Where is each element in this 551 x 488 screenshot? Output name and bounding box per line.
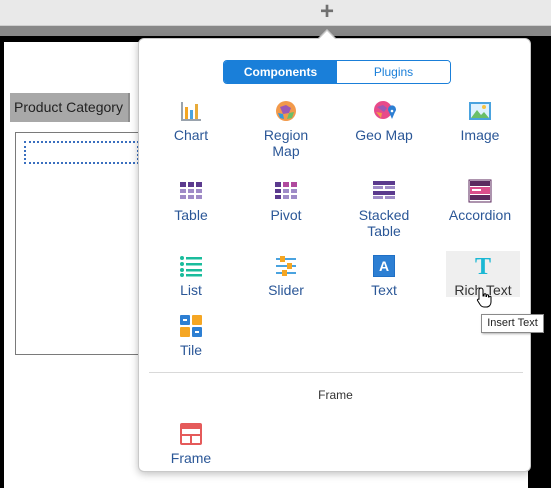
text-icon: A xyxy=(373,255,395,277)
component-label: Accordion xyxy=(448,207,512,223)
stacked-table-icon xyxy=(373,181,395,199)
tab-plugins[interactable]: Plugins xyxy=(337,61,450,83)
component-image[interactable]: Image xyxy=(441,99,519,143)
label-line: Table xyxy=(367,223,401,239)
product-category-header[interactable]: Product Category xyxy=(10,93,130,122)
tile-icon xyxy=(180,315,202,337)
image-icon xyxy=(469,102,491,120)
component-label: Image xyxy=(460,127,500,143)
svg-text:A: A xyxy=(379,258,389,274)
product-category-input[interactable] xyxy=(24,141,139,164)
component-label: Text xyxy=(371,282,397,298)
list-icon xyxy=(180,256,202,277)
component-label: Table xyxy=(174,207,208,223)
component-accordion[interactable]: Accordion xyxy=(441,179,519,223)
component-label: Frame xyxy=(170,450,212,466)
plus-icon[interactable]: + xyxy=(316,0,338,24)
accordion-icon xyxy=(468,179,492,203)
popover-caret-inner xyxy=(318,31,336,40)
section-divider xyxy=(149,372,523,373)
component-region-map[interactable]: Region Map xyxy=(247,99,325,159)
top-toolbar: + xyxy=(0,0,551,26)
hand-cursor-icon xyxy=(476,287,492,308)
component-label: Pivot xyxy=(270,207,302,223)
rich-text-icon: T xyxy=(475,254,491,278)
frame-section-title: Frame xyxy=(318,388,353,402)
slider-icon xyxy=(276,256,296,276)
label-line: Stacked xyxy=(358,207,410,223)
component-label: Geo Map xyxy=(355,127,413,143)
tab-components[interactable]: Components xyxy=(224,61,337,83)
component-label: Slider xyxy=(268,282,304,298)
component-label: Region Map xyxy=(247,127,325,159)
component-frame[interactable]: Frame xyxy=(152,422,230,466)
toolbar-separator xyxy=(0,26,551,36)
insert-component-popover: Components Plugins Chart Region Map Geo … xyxy=(138,38,531,472)
chart-icon xyxy=(181,102,201,121)
geo-map-icon xyxy=(374,101,396,119)
popover-tabs: Components Plugins xyxy=(223,60,451,84)
component-text[interactable]: A Text xyxy=(345,254,423,298)
component-label: Chart xyxy=(173,127,209,143)
component-stacked-table[interactable]: Stacked Table xyxy=(345,179,423,239)
canvas-side-strip xyxy=(528,36,551,488)
component-label: Tile xyxy=(179,342,203,358)
component-list[interactable]: List xyxy=(152,254,230,298)
component-label: Stacked Table xyxy=(345,207,423,239)
pivot-icon xyxy=(275,182,297,199)
product-category-panel xyxy=(15,132,141,355)
component-label: List xyxy=(180,282,202,298)
label-line: Region xyxy=(263,127,309,143)
component-table[interactable]: Table xyxy=(152,179,230,223)
tooltip: Insert Text xyxy=(481,314,544,333)
component-geo-map[interactable]: Geo Map xyxy=(345,99,423,143)
component-pivot[interactable]: Pivot xyxy=(247,179,325,223)
svg-text:T: T xyxy=(475,254,491,278)
component-slider[interactable]: Slider xyxy=(247,254,325,298)
frame-icon xyxy=(180,423,202,445)
label-line: Map xyxy=(272,143,300,159)
component-tile[interactable]: Tile xyxy=(152,314,230,358)
component-chart[interactable]: Chart xyxy=(152,99,230,143)
region-map-icon xyxy=(276,101,296,121)
table-icon xyxy=(180,182,202,199)
